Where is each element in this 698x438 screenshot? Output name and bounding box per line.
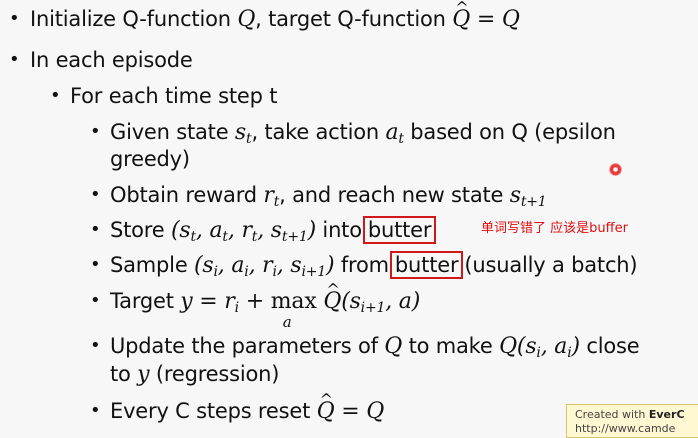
text: (regression): [149, 362, 280, 386]
text: Sample: [110, 253, 195, 277]
text: (usually a batch): [464, 253, 638, 277]
text: to: [110, 362, 138, 386]
bullet-obtain: Obtain reward rt, and reach new state st…: [110, 182, 547, 215]
math-tuple-t: (st, at, rt, st+1): [170, 218, 316, 245]
text: Obtain reward: [110, 183, 264, 207]
watermark-line2: http://www.camde: [575, 422, 676, 435]
highlight-box-butter: butter: [389, 251, 464, 279]
watermark-line1: Created with EverC: [575, 408, 698, 422]
text: from: [340, 253, 389, 277]
bullet-dot: •: [90, 219, 101, 240]
text: Initialize Q-function: [30, 7, 238, 31]
math-rt: rt: [263, 183, 280, 210]
text: based on Q (epsilon: [403, 120, 616, 144]
math-st: st: [234, 120, 252, 147]
text: , take action: [251, 120, 386, 144]
bullet-dot: •: [90, 254, 101, 275]
text: Target: [110, 289, 181, 313]
bullet-dot: •: [90, 184, 101, 205]
math-q: Q: [237, 7, 256, 32]
text: , and reach new state: [279, 183, 510, 207]
laser-pointer-icon: [609, 163, 622, 176]
bullet-target: Target y = ri + maxa Q(si+1, a): [110, 277, 420, 331]
bullet-dot: •: [9, 49, 20, 70]
slide: • Initialize Q-function Q, target Q-func…: [0, 0, 698, 438]
bullet-dot: •: [90, 335, 101, 356]
bullet-dot: •: [9, 8, 20, 29]
text: , target Q-function: [255, 7, 453, 31]
math-at: at: [385, 120, 404, 147]
text: Update the parameters of: [110, 334, 385, 358]
bullet-initialize: Initialize Q-function Q, target Q-functi…: [30, 0, 520, 33]
text: close: [579, 334, 640, 358]
bullet-store: Store (st, at, rt, st+1) into butter: [110, 216, 437, 250]
math-qhat-eq-q: Q = Q: [317, 387, 385, 424]
math-q-si-ai: Q(si, ai): [499, 334, 580, 361]
math-qhat-eq-q: Q = Q: [452, 0, 520, 32]
bullet-sample: Sample (si, ai, ri, si+1) from butter (usu…: [110, 251, 638, 285]
bullet-dot: •: [90, 400, 101, 421]
text: Given state: [110, 120, 235, 144]
highlight-box-butter: butter: [362, 216, 437, 244]
watermark-brand: EverC: [648, 408, 685, 421]
math-st1: st+1: [509, 183, 547, 210]
bullet-dot: •: [90, 121, 101, 142]
math-target: y = ri + maxa Q(si+1, a): [180, 277, 420, 331]
watermark: Created with EverC http://www.camde: [566, 404, 698, 438]
annotation-note: 单词写错了 应该是buffer: [481, 221, 628, 236]
math-q: Q: [384, 334, 403, 359]
bullet-every: Every C steps reset Q = Q: [110, 387, 385, 425]
math-tuple-i: (si, ai, ri, si+1): [194, 253, 335, 280]
watermark-prefix: Created with: [575, 408, 649, 421]
bullet-dot: •: [90, 290, 101, 311]
math-y: y: [137, 362, 150, 387]
bullet-timestep: For each time step t: [70, 84, 278, 108]
bullet-given-cont: greedy): [110, 147, 190, 171]
bullet-update-cont: to y (regression): [110, 361, 279, 388]
text: to make: [402, 334, 500, 358]
bullet-dot: •: [50, 85, 61, 106]
bullet-episode: In each episode: [30, 48, 193, 72]
text: Store: [110, 218, 171, 242]
text: into: [315, 218, 362, 242]
text: Every C steps reset: [110, 399, 317, 423]
